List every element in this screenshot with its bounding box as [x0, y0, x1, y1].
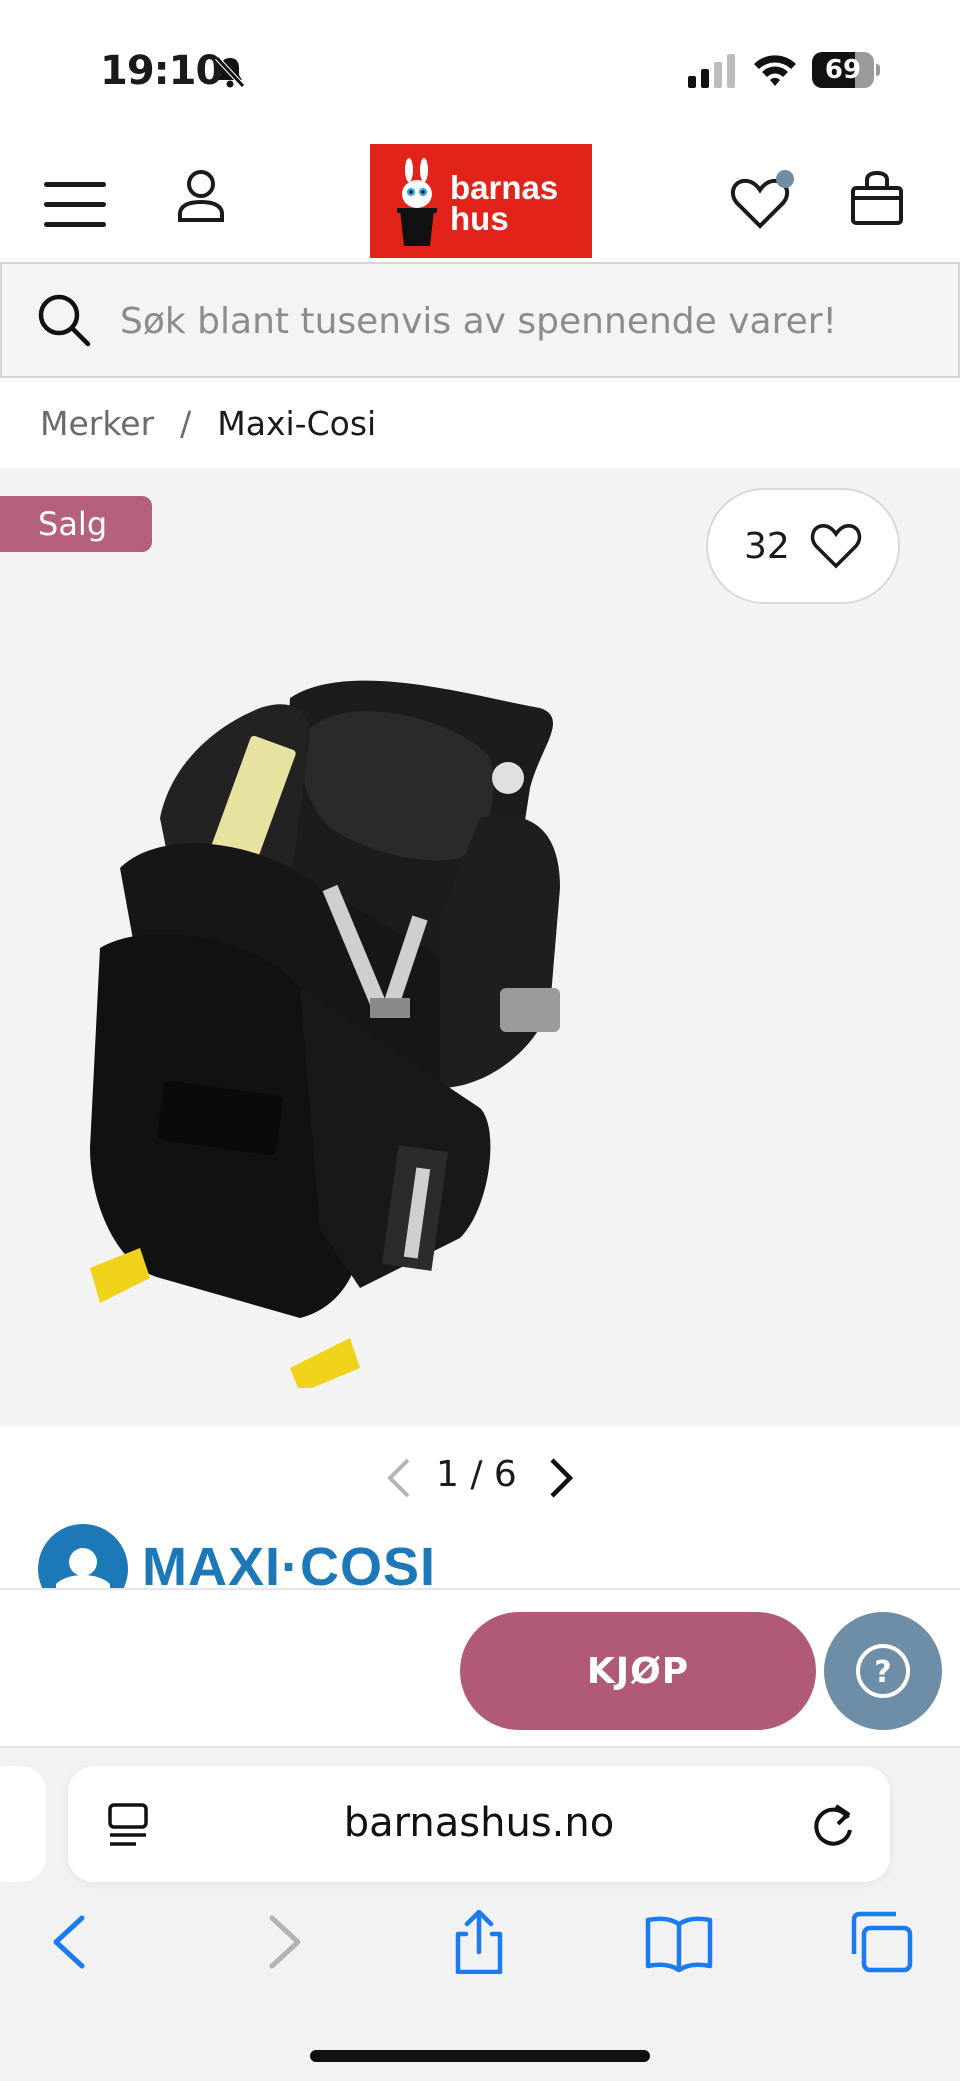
browser-toolbar: barnashus.no: [0, 1748, 960, 2081]
battery-icon: 69: [812, 52, 880, 88]
maxi-cosi-logo-icon: [38, 1524, 128, 1588]
reload-icon[interactable]: [812, 1800, 858, 1850]
help-icon: ?: [856, 1644, 910, 1698]
url-text: barnashus.no: [343, 1800, 615, 1846]
status-time: 19:10: [100, 48, 223, 94]
site-header: barnas hus: [0, 140, 960, 258]
heart-icon: [810, 524, 862, 569]
pager-counter: 1 / 6: [436, 1454, 517, 1495]
buy-button[interactable]: KJØP: [460, 1612, 816, 1730]
breadcrumb-current: Maxi-Cosi: [217, 403, 377, 443]
back-icon[interactable]: [42, 1910, 112, 1974]
sale-badge: Salg: [0, 496, 152, 552]
bell-muted-icon: [215, 56, 245, 88]
breadcrumb: Merker / Maxi-Cosi: [40, 398, 376, 448]
buy-bar: KJØP ?: [0, 1588, 960, 1748]
bookmarks-icon[interactable]: [644, 1910, 714, 1974]
help-label: ?: [874, 1655, 891, 1690]
image-pager: 1 / 6: [0, 1448, 960, 1508]
home-indicator: [310, 2050, 650, 2062]
site-logo[interactable]: barnas hus: [370, 144, 592, 258]
forward-icon[interactable]: [250, 1910, 320, 1974]
notification-dot: [776, 170, 794, 188]
cellular-signal-icon: [688, 54, 735, 88]
status-bar: 19:10 69: [0, 0, 960, 140]
like-button[interactable]: 32: [706, 488, 900, 604]
product-image[interactable]: [60, 588, 740, 1388]
share-icon[interactable]: [444, 1910, 514, 1974]
address-bar[interactable]: barnashus.no: [68, 1766, 890, 1882]
help-button[interactable]: ?: [824, 1612, 942, 1730]
wifi-icon: [754, 55, 796, 86]
search-bar: [0, 262, 960, 378]
chevron-left-icon[interactable]: [384, 1456, 414, 1500]
tabs-icon[interactable]: [846, 1910, 916, 1974]
brand-logo[interactable]: MAXI·COSI: [38, 1520, 458, 1588]
logo-line2: hus: [450, 200, 509, 237]
breadcrumb-link-merker[interactable]: Merker: [40, 404, 154, 443]
likes-count: 32: [744, 526, 790, 567]
breadcrumb-separator: /: [180, 403, 192, 443]
product-gallery[interactable]: Salg 32: [0, 468, 960, 1426]
search-icon[interactable]: [36, 292, 92, 348]
logo-line1: barnas: [450, 169, 559, 206]
previous-tab-preview[interactable]: [0, 1766, 46, 1882]
battery-percent: 69: [824, 55, 862, 85]
menu-icon[interactable]: [44, 182, 106, 228]
bunny-logo-icon: [397, 158, 437, 246]
wishlist-button[interactable]: [730, 170, 798, 230]
search-input[interactable]: [120, 294, 940, 348]
brand-name: MAXI·COSI: [142, 1537, 437, 1588]
user-icon[interactable]: [176, 168, 226, 224]
shopping-bag-icon[interactable]: [850, 170, 904, 226]
chevron-right-icon[interactable]: [546, 1456, 576, 1500]
